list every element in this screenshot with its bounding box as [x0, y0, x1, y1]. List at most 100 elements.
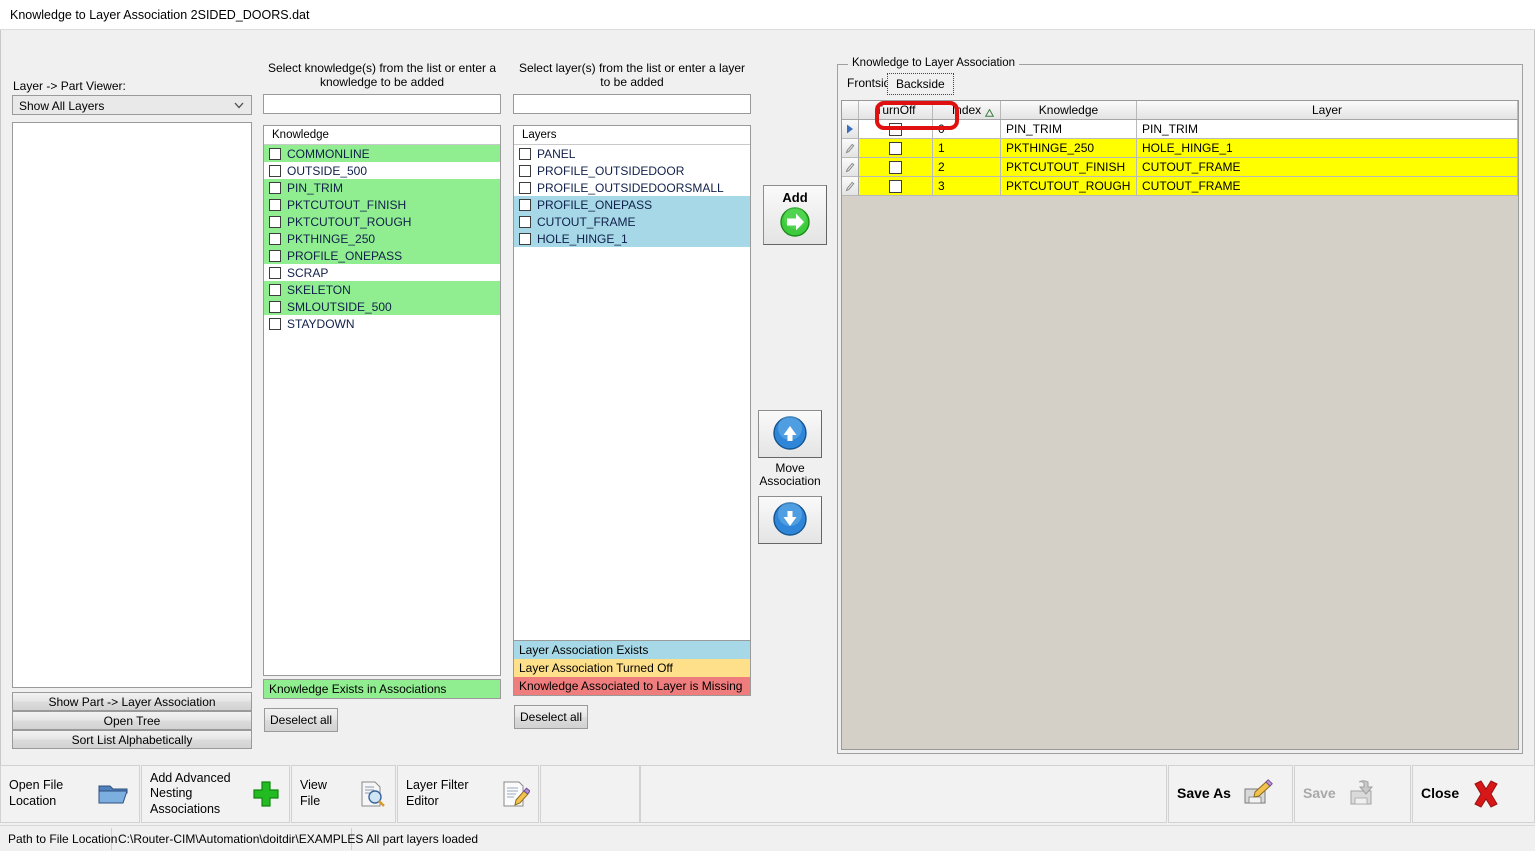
knowledge-item-checkbox[interactable]	[269, 165, 281, 177]
list-item[interactable]: COMMONLINE	[264, 145, 500, 162]
layer-item-checkbox[interactable]	[519, 216, 531, 228]
close-button[interactable]: Close	[1412, 765, 1535, 823]
list-item[interactable]: PANEL	[514, 145, 750, 162]
knowledge-cell[interactable]: PKTCUTOUT_ROUGH	[1001, 177, 1137, 196]
layer-item-checkbox[interactable]	[519, 182, 531, 194]
edit-pencil-icon[interactable]	[842, 139, 859, 158]
list-item[interactable]: SKELETON	[264, 281, 500, 298]
index-cell[interactable]: 3	[933, 177, 1001, 196]
grid-header-knowledge[interactable]: Knowledge	[1001, 101, 1137, 119]
list-item[interactable]: PKTCUTOUT_FINISH	[264, 196, 500, 213]
layer-cell[interactable]: CUTOUT_FRAME	[1137, 158, 1518, 177]
knowledge-cell[interactable]: PIN_TRIM	[1001, 120, 1137, 139]
turnoff-checkbox[interactable]	[889, 161, 902, 174]
turnoff-cell[interactable]	[859, 139, 933, 158]
knowledge-list[interactable]: Knowledge COMMONLINEOUTSIDE_500PIN_TRIMP…	[263, 125, 501, 676]
list-item[interactable]: OUTSIDE_500	[264, 162, 500, 179]
knowledge-cell[interactable]: PKTCUTOUT_FINISH	[1001, 158, 1137, 177]
knowledge-item-checkbox[interactable]	[269, 148, 281, 160]
knowledge-item-checkbox[interactable]	[269, 301, 281, 313]
layer-item-checkbox[interactable]	[519, 233, 531, 245]
status-bar: Path to File Location C:\Router-CIM\Auto…	[0, 825, 1535, 851]
application-window: Knowledge to Layer Association 2SIDED_DO…	[0, 0, 1535, 851]
turnoff-checkbox[interactable]	[889, 123, 902, 136]
tab-backside[interactable]: Backside	[887, 73, 954, 95]
knowledge-item-checkbox[interactable]	[269, 250, 281, 262]
turnoff-checkbox[interactable]	[889, 142, 902, 155]
knowledge-deselect-all-button[interactable]: Deselect all	[264, 708, 338, 732]
show-part-layer-association-button[interactable]: Show Part -> Layer Association	[12, 692, 252, 711]
layer-filter-editor-button[interactable]: Layer Filter Editor	[397, 765, 539, 823]
layer-part-viewer-combo[interactable]: Show All Layers	[12, 95, 252, 115]
turnoff-cell[interactable]	[859, 158, 933, 177]
index-cell[interactable]: 2	[933, 158, 1001, 177]
index-cell[interactable]: 0	[933, 120, 1001, 139]
index-cell[interactable]: 1	[933, 139, 1001, 158]
open-tree-button[interactable]: Open Tree	[12, 711, 252, 730]
move-association-down-button[interactable]	[758, 496, 822, 544]
list-item[interactable]: CUTOUT_FRAME	[514, 213, 750, 230]
knowledge-item-checkbox[interactable]	[269, 233, 281, 245]
bottom-toolbar: Open File Location Add Advanced Nesting …	[0, 765, 1535, 825]
sort-list-alphabetically-button[interactable]: Sort List Alphabetically	[12, 730, 252, 749]
view-file-button[interactable]: View File	[291, 765, 396, 823]
table-row[interactable]: 2PKTCUTOUT_FINISHCUTOUT_FRAME	[842, 158, 1518, 177]
knowledge-item-label: STAYDOWN	[287, 317, 355, 331]
turnoff-cell[interactable]	[859, 120, 933, 139]
edit-pencil-icon[interactable]	[842, 177, 859, 196]
list-item[interactable]: PROFILE_ONEPASS	[514, 196, 750, 213]
turnoff-checkbox[interactable]	[889, 180, 902, 193]
save-as-button[interactable]: Save As	[1168, 765, 1293, 823]
list-item[interactable]: SMLOUTSIDE_500	[264, 298, 500, 315]
knowledge-item-checkbox[interactable]	[269, 182, 281, 194]
list-item[interactable]: PIN_TRIM	[264, 179, 500, 196]
sort-ascending-icon	[985, 106, 994, 120]
part-viewer-canvas[interactable]	[12, 122, 252, 688]
layer-item-checkbox[interactable]	[519, 165, 531, 177]
table-row[interactable]: 0PIN_TRIMPIN_TRIM	[842, 120, 1518, 139]
grid-header-layer[interactable]: Layer	[1137, 101, 1518, 119]
list-item[interactable]: PROFILE_OUTSIDEDOORSMALL	[514, 179, 750, 196]
list-item[interactable]: PROFILE_OUTSIDEDOOR	[514, 162, 750, 179]
knowledge-item-label: PIN_TRIM	[287, 181, 343, 195]
layer-input[interactable]	[513, 94, 751, 114]
layer-cell[interactable]: PIN_TRIM	[1137, 120, 1518, 139]
table-row[interactable]: 3PKTCUTOUT_ROUGHCUTOUT_FRAME	[842, 177, 1518, 196]
list-item[interactable]: PKTCUTOUT_ROUGH	[264, 213, 500, 230]
table-row[interactable]: 1PKTHINGE_250HOLE_HINGE_1	[842, 139, 1518, 158]
knowledge-item-checkbox[interactable]	[269, 318, 281, 330]
add-button[interactable]: Add	[763, 185, 827, 245]
edit-pencil-icon[interactable]	[842, 158, 859, 177]
association-data-grid[interactable]: TurnOff Index Knowledge Layer 0PIN_TRIMP…	[841, 100, 1519, 750]
knowledge-cell[interactable]: PKTHINGE_250	[1001, 139, 1137, 158]
knowledge-item-checkbox[interactable]	[269, 284, 281, 296]
grid-header-index[interactable]: Index	[933, 101, 1001, 119]
association-grid-header: TurnOff Index Knowledge Layer	[842, 101, 1518, 120]
knowledge-instruction: Select knowledge(s) from the list or ent…	[263, 61, 501, 89]
knowledge-item-checkbox[interactable]	[269, 199, 281, 211]
list-item[interactable]: SCRAP	[264, 264, 500, 281]
knowledge-item-checkbox[interactable]	[269, 216, 281, 228]
knowledge-input[interactable]	[263, 94, 501, 114]
move-association-up-button[interactable]	[758, 410, 822, 458]
layer-cell[interactable]: CUTOUT_FRAME	[1137, 177, 1518, 196]
knowledge-item-checkbox[interactable]	[269, 267, 281, 279]
save-button[interactable]: Save	[1294, 765, 1411, 823]
layer-deselect-all-button[interactable]: Deselect all	[514, 705, 588, 729]
layer-cell[interactable]: HOLE_HINGE_1	[1137, 139, 1518, 158]
add-advanced-nesting-associations-button[interactable]: Add Advanced Nesting Associations	[141, 765, 290, 823]
list-item[interactable]: PROFILE_ONEPASS	[264, 247, 500, 264]
list-item[interactable]: PKTHINGE_250	[264, 230, 500, 247]
layer-item-checkbox[interactable]	[519, 199, 531, 211]
arrow-up-icon	[771, 414, 809, 455]
list-item[interactable]: STAYDOWN	[264, 315, 500, 332]
knowledge-item-label: PKTHINGE_250	[287, 232, 375, 246]
layer-list[interactable]: Layers PANELPROFILE_OUTSIDEDOORPROFILE_O…	[513, 125, 751, 670]
current-row-arrow-icon[interactable]	[842, 120, 859, 139]
turnoff-cell[interactable]	[859, 177, 933, 196]
layer-item-checkbox[interactable]	[519, 148, 531, 160]
list-item[interactable]: HOLE_HINGE_1	[514, 230, 750, 247]
knowledge-legend: Knowledge Exists in Associations	[263, 679, 501, 699]
open-file-location-button[interactable]: Open File Location	[0, 765, 140, 823]
grid-header-turnoff[interactable]: TurnOff	[859, 101, 933, 119]
